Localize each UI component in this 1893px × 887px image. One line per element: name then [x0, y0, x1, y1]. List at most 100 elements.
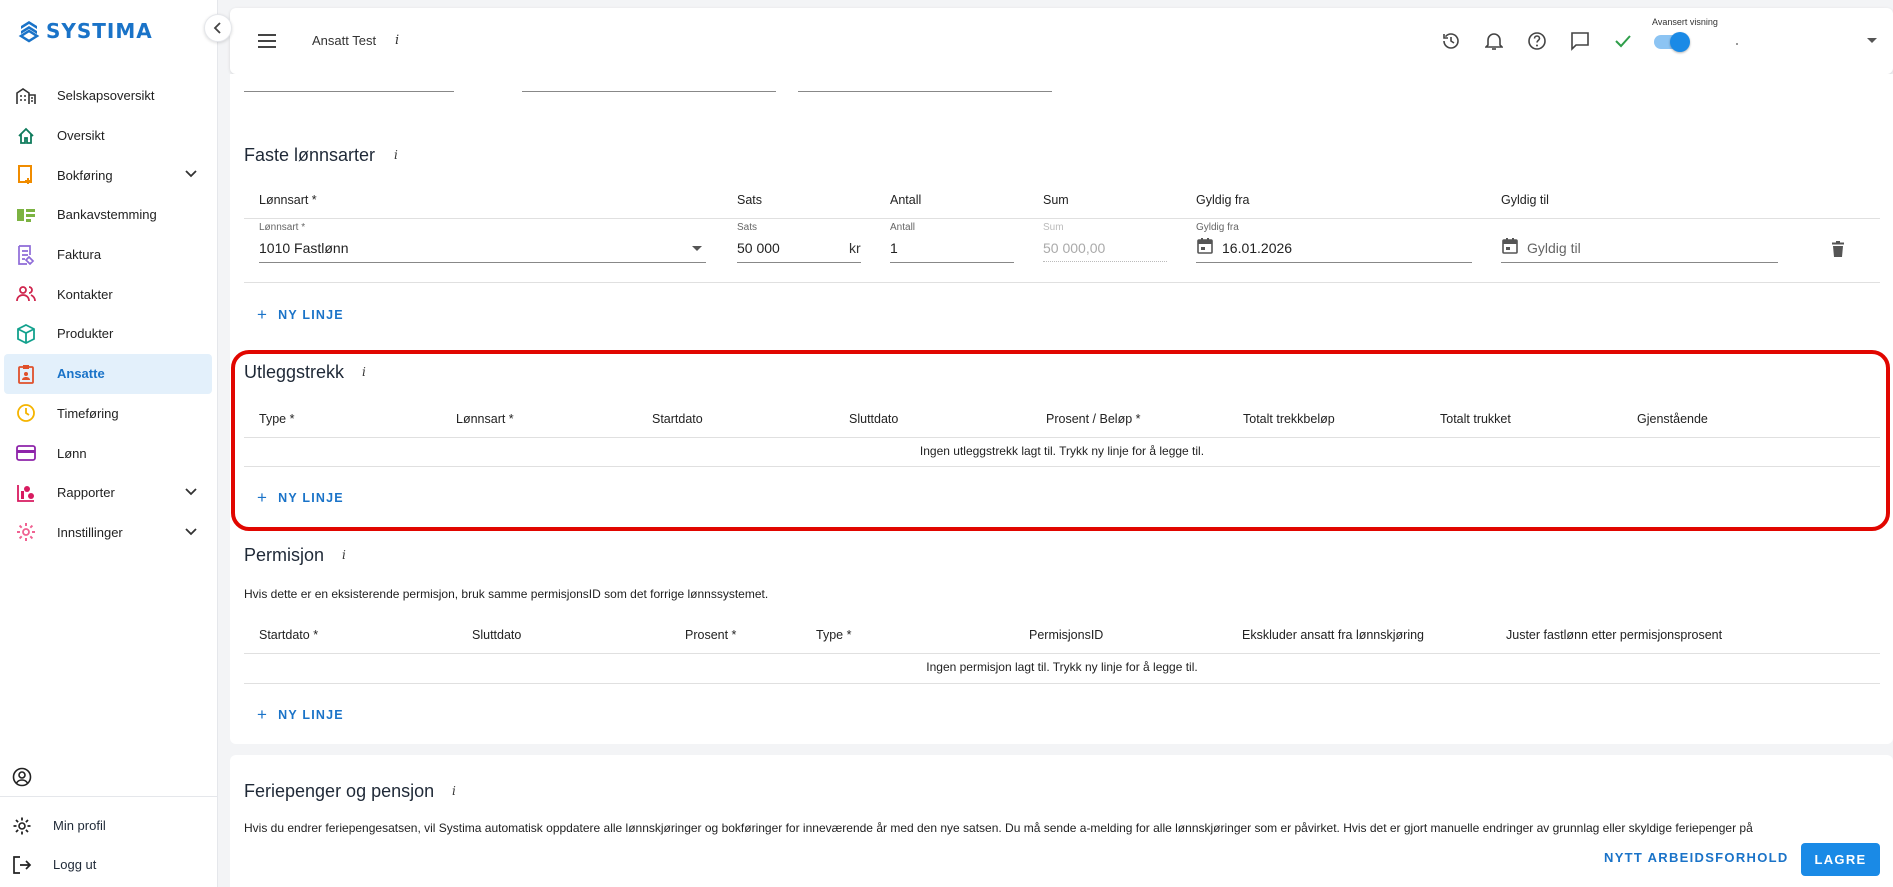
plus-icon: +	[257, 705, 269, 724]
brand-name: SYSTIMA	[46, 19, 153, 43]
divider	[244, 683, 1880, 684]
home-icon	[16, 126, 36, 146]
sidebar-item-bankavstemming[interactable]: Bankavstemming	[4, 195, 212, 235]
info-icon[interactable]: i	[395, 33, 399, 48]
user-placeholder	[1736, 43, 1738, 45]
systima-logo-icon	[18, 21, 40, 43]
menu-icon[interactable]	[258, 34, 276, 48]
sidebar: SYSTIMA Selskapsoversikt Oversikt Bokfør…	[0, 0, 218, 887]
feriepenger-description: Hvis du endrer feriepengesatsen, vil Sys…	[244, 821, 1753, 835]
account-circle-icon	[12, 767, 32, 787]
sidebar-item-bokforing[interactable]: Bokføring	[4, 155, 212, 195]
chevron-left-icon	[213, 22, 221, 34]
sidebar-bottom: Min profil Logg ut	[0, 757, 218, 884]
col-header-sluttdato: Sluttdato	[472, 628, 522, 642]
save-button[interactable]: LAGRE	[1801, 843, 1880, 876]
faste-new-line-button[interactable]: + NY LINJE	[257, 305, 344, 325]
sats-value: 50 000	[737, 240, 780, 256]
plus-icon: +	[257, 305, 269, 324]
lonnsart-value: 1010 Fastlønn	[259, 240, 349, 256]
topbar: Ansatt Test i Avansert visning	[230, 8, 1893, 74]
divider	[244, 653, 1880, 654]
section-title-feriepenger: Feriepenger og pensjon	[244, 781, 435, 801]
building-icon	[16, 86, 36, 106]
sidebar-item-kontakter[interactable]: Kontakter	[4, 274, 212, 314]
sidebar-item-produkter[interactable]: Produkter	[4, 314, 212, 354]
field-underline	[798, 91, 1052, 92]
section-title-permisjon: Permisjon	[244, 545, 325, 565]
account-button[interactable]	[0, 757, 218, 796]
cube-icon	[16, 323, 36, 344]
col-header-sum: Sum	[1043, 193, 1069, 207]
sidebar-nav: Selskapsoversikt Oversikt Bokføring Bank…	[0, 76, 218, 552]
employee-badge-icon	[16, 364, 36, 384]
permisjon-description: Hvis dette er en eksisterende permisjon,…	[244, 587, 769, 601]
bell-icon[interactable]	[1483, 30, 1505, 52]
report-icon	[16, 483, 36, 503]
sidebar-item-logg-ut[interactable]: Logg ut	[0, 845, 218, 884]
permisjon-new-line-button[interactable]: + NY LINJE	[257, 705, 344, 725]
history-icon[interactable]	[1440, 30, 1462, 52]
ledger-icon	[16, 165, 36, 185]
col-header-gyldig-fra: Gyldig fra	[1196, 193, 1250, 207]
sidebar-item-rapporter[interactable]: Rapporter	[4, 473, 212, 513]
check-icon[interactable]	[1612, 30, 1634, 52]
sidebar-item-oversikt[interactable]: Oversikt	[4, 116, 212, 156]
gyldig-til-placeholder: Gyldig til	[1527, 240, 1581, 256]
sidebar-item-faktura[interactable]: Faktura	[4, 235, 212, 275]
clock-icon	[16, 403, 36, 423]
company-name[interactable]: Ansatt Test	[312, 33, 376, 48]
user-menu-dropdown[interactable]	[1867, 38, 1877, 43]
sidebar-item-lonn[interactable]: Lønn	[4, 433, 212, 473]
info-icon[interactable]: i	[394, 148, 398, 162]
advanced-view-toggle[interactable]	[1654, 32, 1690, 52]
new-employment-button[interactable]: NYTT ARBEIDSFORHOLD	[1604, 850, 1789, 865]
collapse-sidebar-button[interactable]	[204, 14, 232, 42]
col-header-antall: Antall	[890, 193, 922, 207]
sum-value: 50 000,00	[1043, 240, 1106, 256]
settings-cog-icon	[12, 816, 32, 836]
highlight-box	[231, 350, 1890, 531]
col-header-juster-fastlonn: Juster fastlønn etter permisjonsprosent	[1506, 628, 1723, 642]
permisjon-empty-message: Ingen permisjon lagt til. Trykk ny linje…	[926, 660, 1198, 674]
chevron-down-icon[interactable]	[184, 485, 198, 499]
systima-logo[interactable]: SYSTIMA	[18, 18, 153, 44]
contacts-icon	[16, 284, 36, 304]
col-header-prosent: Prosent *	[685, 628, 737, 642]
col-header-startdato: Startdato *	[259, 628, 319, 642]
sidebar-item-innstillinger[interactable]: Innstillinger	[4, 513, 212, 553]
help-icon[interactable]	[1526, 30, 1548, 52]
col-header-gyldig-til: Gyldig til	[1501, 193, 1549, 207]
field-underline	[244, 91, 454, 92]
calendar-icon[interactable]	[1501, 237, 1519, 255]
col-header-ekskluder: Ekskluder ansatt fra lønnskjøring	[1242, 628, 1425, 642]
divider	[244, 282, 1880, 283]
sidebar-item-timeforing[interactable]: Timeføring	[4, 394, 212, 434]
logout-icon	[12, 855, 32, 875]
chevron-down-icon[interactable]	[184, 525, 198, 539]
info-icon[interactable]: i	[342, 548, 346, 562]
gear-icon	[16, 522, 36, 542]
advanced-view-label: Avansert visning	[1652, 17, 1718, 27]
sidebar-item-min-profil[interactable]: Min profil	[0, 806, 218, 845]
col-header-sats: Sats	[737, 193, 763, 207]
antall-value: 1	[890, 240, 898, 256]
field-underline	[522, 91, 776, 92]
section-title-faste: Faste lønnsarter	[244, 145, 376, 165]
col-header-permisjonsid: PermisjonsID	[1029, 628, 1104, 642]
divider	[244, 218, 1880, 219]
dropdown-arrow-icon	[692, 246, 702, 251]
col-header-type: Type *	[816, 628, 852, 642]
chevron-down-icon[interactable]	[184, 167, 198, 181]
sidebar-divider	[0, 796, 218, 797]
info-icon[interactable]: i	[452, 784, 456, 798]
calendar-icon[interactable]	[1196, 237, 1214, 255]
sidebar-item-selskapsoversikt[interactable]: Selskapsoversikt	[4, 76, 212, 116]
col-header-lonnsart: Lønnsart *	[259, 193, 317, 207]
payment-card-icon	[16, 443, 36, 463]
delete-icon[interactable]	[1831, 241, 1845, 258]
chat-icon[interactable]	[1569, 30, 1591, 52]
sidebar-item-ansatte[interactable]: Ansatte	[4, 353, 212, 394]
currency-unit: kr	[849, 240, 861, 256]
bank-icon	[16, 205, 36, 225]
